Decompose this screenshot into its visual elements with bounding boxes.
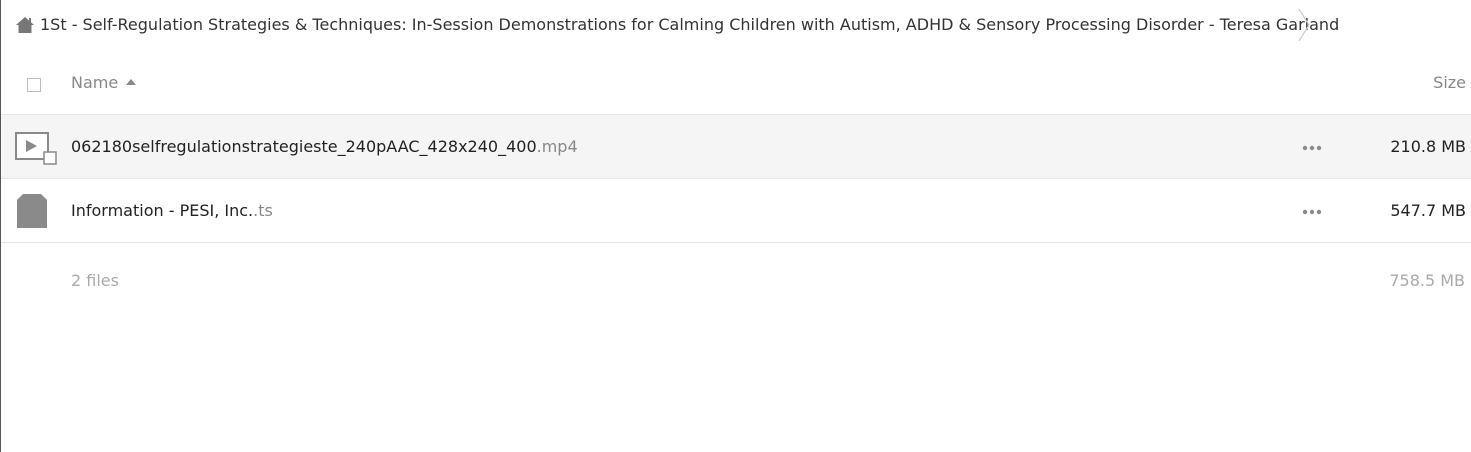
home-icon[interactable] [15,15,35,35]
summary-file-count: 2 files [71,271,119,290]
more-options-icon[interactable] [1299,139,1325,157]
file-size: 210.8 MB [1390,137,1466,156]
summary-total-size: 758.5 MB [1389,271,1465,290]
more-options-icon[interactable] [1299,203,1325,221]
file-extension: .ts [253,201,273,220]
column-header-name[interactable]: Name [71,73,137,93]
file-size: 547.7 MB [1390,201,1466,220]
select-all-checkbox[interactable] [27,78,41,92]
video-file-icon [14,129,60,167]
generic-file-icon [14,193,60,231]
breadcrumb: 1St - Self-Regulation Strategies & Techn… [1,0,1471,50]
column-header-size[interactable]: Size [1433,73,1466,93]
breadcrumb-separator-icon [1296,8,1312,42]
file-name[interactable]: 062180selfregulationstrategieste_240pAAC… [71,137,578,157]
file-name[interactable]: Information - PESI, Inc..ts [71,201,273,221]
file-list-header: Name Size [1,51,1471,115]
sort-ascending-icon [126,79,137,85]
breadcrumb-folder-title[interactable]: 1St - Self-Regulation Strategies & Techn… [40,15,1339,35]
file-extension: .mp4 [536,137,578,156]
file-browser: 1St - Self-Regulation Strategies & Techn… [0,0,1471,452]
file-basename: Information - PESI, Inc. [71,201,254,220]
file-row[interactable]: 062180selfregulationstrategieste_240pAAC… [1,115,1471,179]
file-basename: 062180selfregulationstrategieste_240pAAC… [71,137,537,156]
file-row[interactable]: Information - PESI, Inc..ts 547.7 MB [1,179,1471,243]
column-name-label: Name [71,73,119,92]
